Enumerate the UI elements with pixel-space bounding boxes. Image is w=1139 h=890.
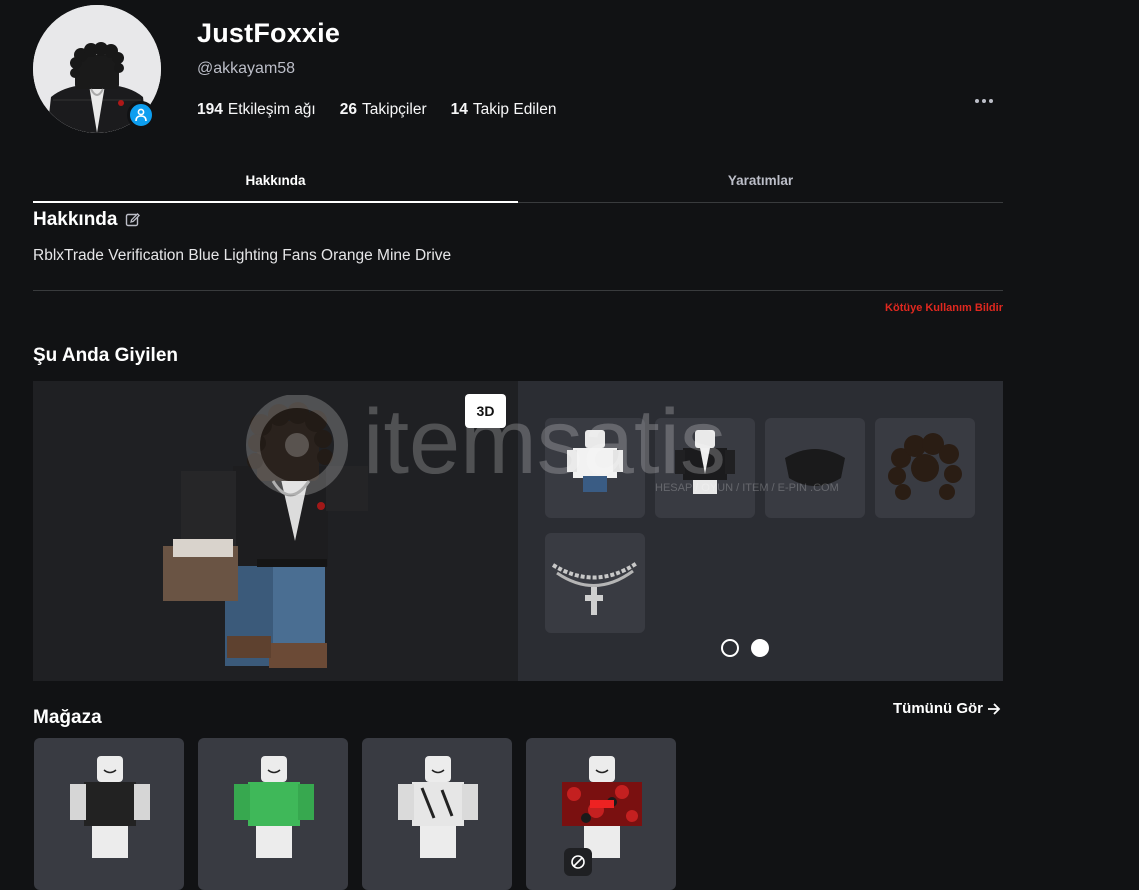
page-dot-1[interactable] <box>721 639 739 657</box>
username: @akkayam58 <box>197 60 296 77</box>
worn-items-grid <box>518 381 1003 681</box>
stat-following[interactable]: 14 Takip Edilen <box>451 101 557 119</box>
about-description: RblxTrade Verification Blue Lighting Fan… <box>33 247 452 264</box>
chain-icon <box>551 561 639 615</box>
offsale-badge <box>564 848 592 876</box>
person-badge-icon <box>135 108 147 122</box>
mask-icon <box>785 449 845 486</box>
red-camo-shirt-icon <box>562 756 642 858</box>
see-all-link[interactable]: Tümünü Gör <box>893 700 1001 717</box>
store-item-red-camo-supreme[interactable] <box>526 738 676 890</box>
worn-item-hair[interactable] <box>875 418 975 518</box>
green-hoodie-icon <box>234 756 314 858</box>
section-divider <box>33 290 1003 291</box>
worn-item-jacket[interactable] <box>655 418 755 518</box>
profile-stats: 194 Etkileşim ağı 26 Takipçiler 14 Takip Ed… <box>197 101 556 119</box>
edit-icon[interactable] <box>125 212 141 228</box>
profile-tabs: Hakkında Yaratımlar <box>33 158 1003 203</box>
prohibited-icon <box>571 855 585 869</box>
arrow-right-icon <box>988 702 1001 715</box>
tab-about[interactable]: Hakkında <box>33 158 518 203</box>
report-abuse-link[interactable]: Kötüye Kullanım Bildir <box>885 302 1003 314</box>
page-dot-2[interactable] <box>751 639 769 657</box>
avatar-3d-viewer[interactable]: 3D <box>33 381 518 681</box>
more-options-icon[interactable] <box>972 92 996 110</box>
worn-item-chain[interactable] <box>545 533 645 633</box>
store-item-green-hoodie[interactable] <box>198 738 348 890</box>
worn-item-shirt[interactable] <box>545 418 645 518</box>
currently-wearing-panel: 3D <box>33 381 1003 681</box>
shirt-icon <box>567 430 623 492</box>
tab-creations[interactable]: Yaratımlar <box>518 158 1003 202</box>
stat-connections[interactable]: 194 Etkileşim ağı <box>197 101 316 119</box>
avatar-figure <box>163 402 368 668</box>
varsity-jacket-icon <box>70 756 150 858</box>
store-item-white-graphic-shirt[interactable] <box>362 738 512 890</box>
store-title: Mağaza <box>33 707 102 728</box>
graphic-shirt-icon <box>398 756 478 858</box>
verified-badge <box>127 101 155 129</box>
toggle-3d-button[interactable]: 3D <box>465 394 506 428</box>
hair-icon <box>888 433 962 500</box>
jacket-icon <box>675 430 735 494</box>
currently-wearing-title: Şu Anda Giyilen <box>33 345 178 366</box>
worn-item-mask[interactable] <box>765 418 865 518</box>
store-item-varsity-jacket[interactable] <box>34 738 184 890</box>
display-name: JustFoxxie <box>197 18 341 48</box>
carousel-pagination <box>721 639 769 657</box>
stat-followers[interactable]: 26 Takipçiler <box>340 101 427 119</box>
about-section-title: Hakkında <box>33 209 141 231</box>
profile-avatar[interactable] <box>33 5 161 133</box>
